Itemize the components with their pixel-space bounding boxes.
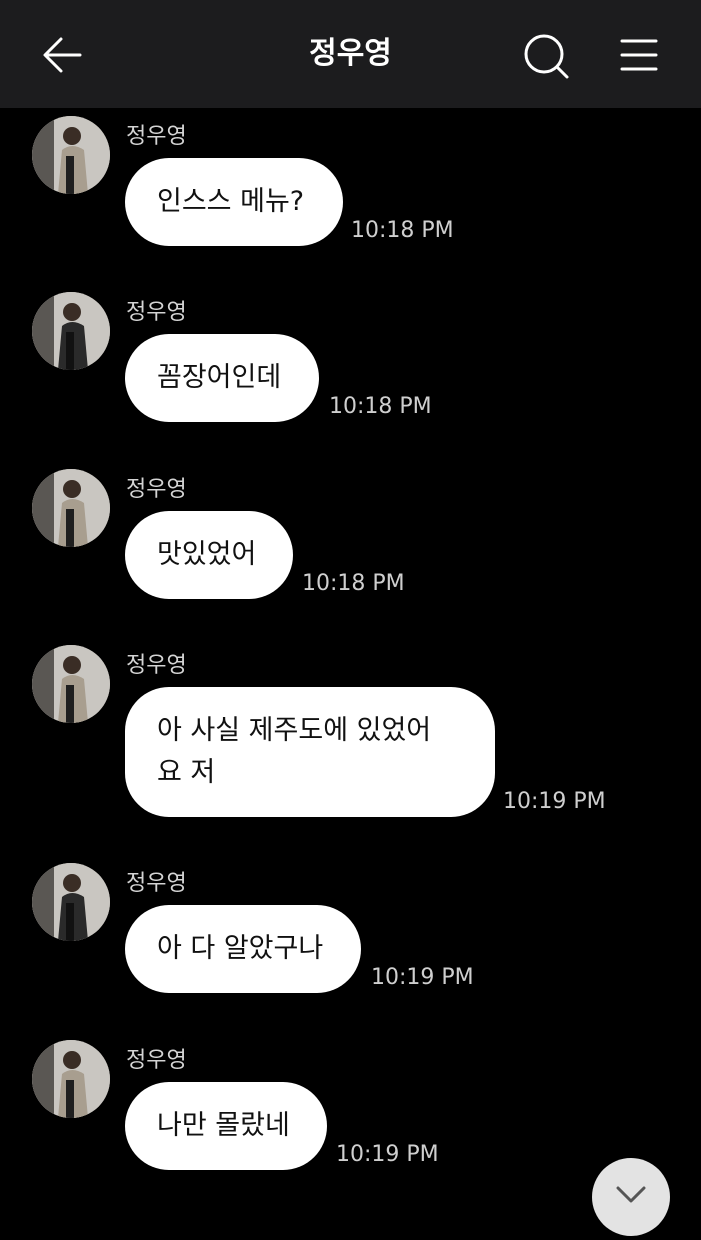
message-text: 꼼장어인데: [157, 362, 282, 393]
search-button[interactable]: [520, 30, 572, 82]
message-text: 아 다 알았구나: [157, 933, 324, 964]
avatar[interactable]: [32, 645, 110, 723]
message-bubble[interactable]: 꼼장어인데: [125, 334, 319, 422]
profile-photo-icon: [32, 469, 110, 547]
hamburger-menu-icon: [620, 39, 658, 71]
avatar[interactable]: [32, 469, 110, 547]
scroll-to-bottom-button[interactable]: [592, 1158, 670, 1236]
profile-photo-icon: [32, 1040, 110, 1118]
message-time: 10:19 PM: [371, 965, 474, 990]
sender-name: 정우영: [126, 477, 187, 502]
sender-name: 정우영: [126, 124, 187, 149]
sender-name: 정우영: [126, 871, 187, 896]
chat-header: 정우영: [0, 0, 701, 108]
message-text-line: 요 저: [157, 757, 216, 788]
message-time: 10:18 PM: [302, 571, 405, 596]
menu-button[interactable]: [614, 30, 666, 82]
message-bubble[interactable]: 인스스 메뉴?: [125, 158, 343, 246]
message-time: 10:19 PM: [503, 789, 606, 814]
avatar[interactable]: [32, 116, 110, 194]
profile-photo-icon: [32, 116, 110, 194]
message-bubble[interactable]: 아 다 알았구나: [125, 905, 361, 993]
profile-photo-icon: [32, 292, 110, 370]
message-time: 10:18 PM: [351, 218, 454, 243]
sender-name: 정우영: [126, 653, 187, 678]
message-text-line: 아 사실 제주도에 있었어: [157, 715, 432, 746]
profile-photo-icon: [32, 645, 110, 723]
message-text: 인스스 메뉴?: [157, 186, 305, 217]
avatar[interactable]: [32, 292, 110, 370]
sender-name: 정우영: [126, 1048, 187, 1073]
message-time: 10:18 PM: [329, 394, 432, 419]
sender-name: 정우영: [126, 300, 187, 325]
message-bubble[interactable]: 나만 몰랐네: [125, 1082, 327, 1170]
message-time: 10:19 PM: [336, 1142, 439, 1167]
back-button[interactable]: [36, 30, 86, 80]
message-bubble[interactable]: 맛있었어: [125, 511, 293, 599]
search-icon: [524, 34, 569, 79]
message-bubble[interactable]: 아 사실 제주도에 있었어 요 저: [125, 687, 495, 817]
message-text: 나만 몰랐네: [157, 1110, 290, 1141]
arrow-left-icon: [43, 37, 82, 73]
message-text: 맛있었어: [157, 539, 257, 570]
avatar[interactable]: [32, 863, 110, 941]
chat-title: 정우영: [309, 36, 392, 71]
avatar[interactable]: [32, 1040, 110, 1118]
profile-photo-icon: [32, 863, 110, 941]
chevron-down-icon: [616, 1186, 646, 1203]
